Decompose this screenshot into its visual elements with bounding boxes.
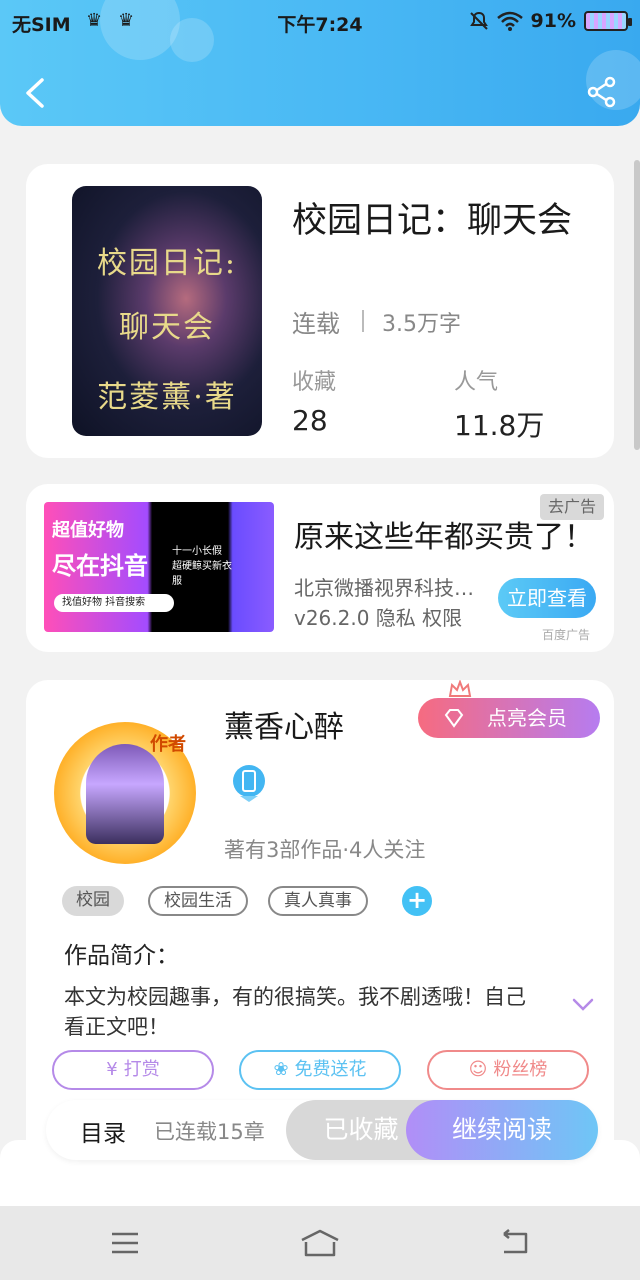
- back-icon[interactable]: [498, 1228, 532, 1258]
- ad-image[interactable]: 超值好物 尽在抖音 十一小长假 超硬鲸买新衣服 找值好物 抖音搜索: [44, 502, 274, 632]
- yen-icon: ¥: [106, 1059, 118, 1080]
- toc-button[interactable]: 目录: [80, 1114, 126, 1148]
- ad-image-text: 超值好物: [52, 520, 124, 541]
- status-right: 91%: [469, 10, 632, 32]
- diamond-icon: [444, 709, 464, 728]
- bottom-action-bar: 目录 已连载15章 已收藏 继续阅读: [46, 1100, 598, 1160]
- avatar-character: [86, 744, 164, 844]
- author-badge-label: 作者: [150, 734, 186, 755]
- battery-icon: [584, 11, 632, 31]
- ad-view-now-button[interactable]: 立即查看: [498, 578, 596, 618]
- book-status: 连载: [292, 310, 340, 338]
- favorites-label: 收藏: [292, 370, 337, 395]
- header: 无SIM ♛ ♛ 下午7:24 91%: [0, 0, 640, 126]
- send-flower-label: 免费送花: [294, 1059, 367, 1080]
- fan-rank-label: 粉丝榜: [493, 1059, 548, 1080]
- vip-label: 点亮会员: [487, 706, 567, 730]
- book-title: 校园日记：聊天会: [292, 201, 573, 241]
- chapter-progress[interactable]: 已连载15章: [154, 1116, 265, 1146]
- ad-title[interactable]: 原来这些年都买贵了！: [294, 512, 574, 556]
- book-cover[interactable]: 校园日记: 聊天会 范菱薰·著: [72, 186, 262, 436]
- flower-icon: ❀: [273, 1059, 289, 1080]
- ad-image-text: 十一小长假 超硬鲸买新衣服: [172, 546, 232, 587]
- cover-line: 聊天会: [119, 310, 215, 345]
- tag-campus[interactable]: 校园: [62, 886, 124, 916]
- author-name[interactable]: 薰香心醉: [224, 702, 344, 746]
- ad-image-text: 尽在抖音: [52, 552, 148, 580]
- add-tag-button[interactable]: +: [402, 886, 432, 916]
- intro-text: 本文为校园趣事，有的很搞笑。我不剧透哦！自己看正文吧！: [64, 985, 526, 1039]
- mute-bell-icon: [469, 11, 488, 30]
- book-info-card: 校园日记: 聊天会 范菱薰·著 校园日记：聊天会 连载 3.5万字 收藏 28 …: [26, 164, 614, 458]
- user-icon: ☺: [468, 1059, 488, 1080]
- battery-percent: 91%: [530, 10, 576, 32]
- tag-campus-life[interactable]: 校园生活: [148, 886, 248, 916]
- chevron-left-icon[interactable]: [22, 78, 48, 108]
- popularity-label: 人气: [454, 370, 499, 395]
- crown-icon: [448, 680, 472, 697]
- tip-label: 打赏: [123, 1059, 160, 1080]
- phone-badge-icon: [233, 765, 265, 802]
- word-count: 3.5万字: [382, 312, 461, 337]
- status-bar: 无SIM ♛ ♛ 下午7:24 91%: [0, 8, 640, 36]
- favorites-value: 28: [292, 404, 328, 437]
- tag-true-story[interactable]: 真人真事: [268, 886, 368, 916]
- avatar[interactable]: 作者: [54, 722, 196, 864]
- continue-reading-button[interactable]: 继续阅读: [406, 1100, 598, 1160]
- intro-heading: 作品简介：: [64, 943, 179, 969]
- popularity-value: 11.8万: [454, 409, 545, 442]
- ad-image-search-pill: 找值好物 抖音搜索: [54, 594, 174, 612]
- cover-line: 校园日记:: [96, 246, 238, 281]
- fan-rank-button[interactable]: ☺ 粉丝榜: [427, 1050, 589, 1090]
- tip-button[interactable]: ¥ 打赏: [52, 1050, 214, 1090]
- cover-line: 范菱薰·著: [97, 380, 237, 415]
- chevron-down-icon[interactable]: [572, 998, 594, 1012]
- ad-company: 北京微播视界科技…: [294, 576, 474, 600]
- scroll-indicator[interactable]: [634, 160, 640, 450]
- author-stats: 著有3部作品·4人关注: [224, 838, 426, 862]
- divider: [362, 310, 364, 332]
- share-icon[interactable]: [586, 76, 618, 108]
- wifi-icon: [496, 11, 523, 31]
- menu-icon[interactable]: [108, 1228, 142, 1258]
- ad-card[interactable]: 超值好物 尽在抖音 十一小长假 超硬鲸买新衣服 找值好物 抖音搜索 去广告 原来…: [26, 484, 614, 652]
- ad-source: 百度广告: [541, 628, 590, 642]
- send-flower-button[interactable]: ❀ 免费送花: [239, 1050, 401, 1090]
- activate-vip-button[interactable]: 点亮会员: [418, 698, 600, 738]
- system-nav-bar: [0, 1206, 640, 1280]
- home-icon[interactable]: [298, 1228, 342, 1258]
- ad-meta[interactable]: v26.2.0 隐私 权限: [294, 602, 462, 631]
